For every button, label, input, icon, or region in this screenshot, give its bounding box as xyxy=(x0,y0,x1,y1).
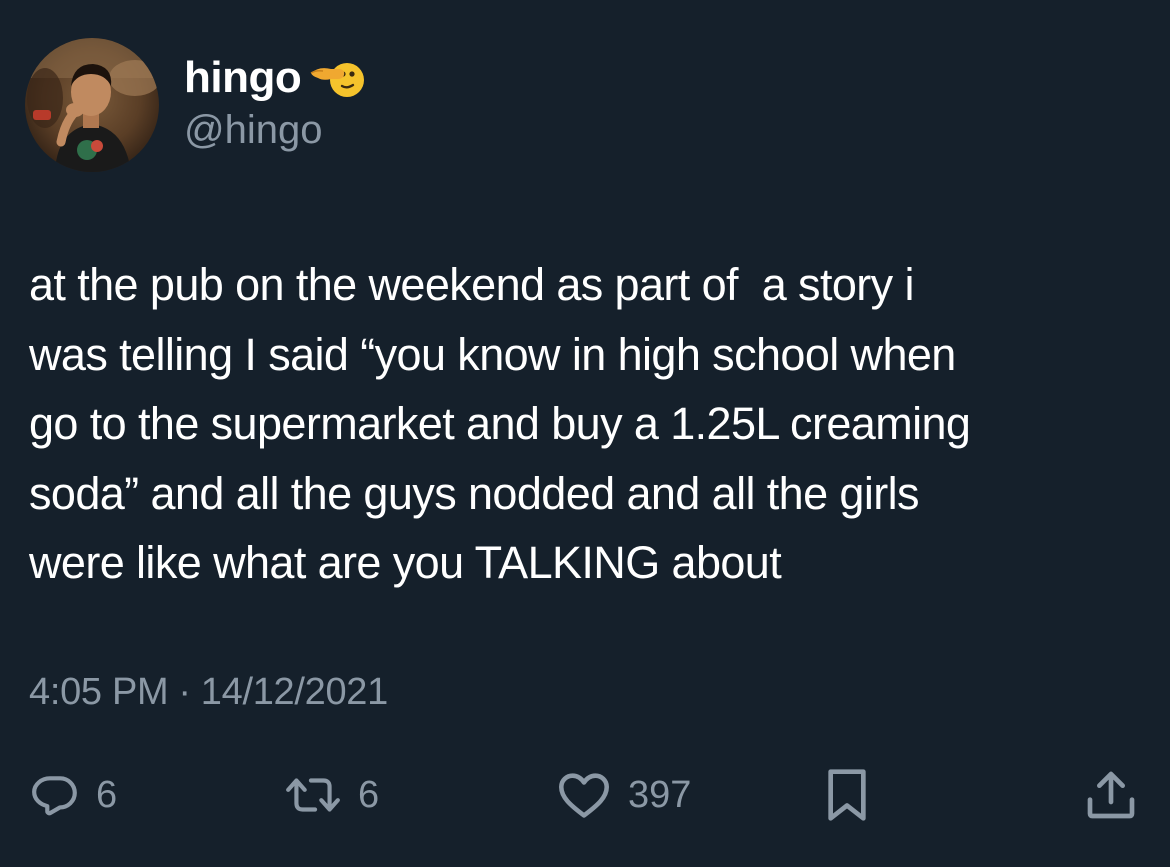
share-button[interactable] xyxy=(1083,760,1139,830)
action-bar: 6 6 397 xyxy=(0,760,1170,830)
share-icon xyxy=(1087,771,1135,819)
tweet-card: hingo @hingo at the pub on the weekend a… xyxy=(0,0,1170,867)
bookmark-button[interactable] xyxy=(822,760,872,830)
like-count: 397 xyxy=(628,773,692,816)
tweet-timestamp[interactable]: 4:05 PM · 14/12/2021 xyxy=(29,671,388,714)
meta-separator: · xyxy=(178,671,191,713)
bookmark-icon xyxy=(828,769,866,821)
tweet-text-line: soda” and all the guys nodded and all th… xyxy=(29,467,920,519)
tweet-text-line: at the pub on the weekend as part of a s… xyxy=(29,259,914,310)
reply-count: 6 xyxy=(96,773,118,816)
retweet-count: 6 xyxy=(358,773,380,816)
reply-icon xyxy=(32,776,77,816)
display-name-row[interactable]: hingo xyxy=(184,52,365,104)
tweet-date[interactable]: 14/12/2021 xyxy=(201,671,388,713)
display-name[interactable]: hingo xyxy=(184,53,302,103)
retweet-button[interactable]: 6 xyxy=(284,760,379,830)
profile-photo-icon xyxy=(25,38,159,172)
tweet-text: at the pub on the weekend as part of a s… xyxy=(29,250,1144,598)
tweet-time[interactable]: 4:05 PM xyxy=(29,671,169,713)
tweet-text-line: go to the supermarket and buy a 1.25L cr… xyxy=(29,398,971,449)
reply-button[interactable]: 6 xyxy=(30,760,117,830)
avatar[interactable] xyxy=(25,38,159,172)
tweet-text-line: were like what are you TALKING about xyxy=(29,537,782,588)
retweet-icon xyxy=(286,778,340,812)
like-button[interactable]: 397 xyxy=(556,760,691,830)
pointing-finger-emoji-icon xyxy=(307,52,365,104)
user-handle[interactable]: @hingo xyxy=(184,108,322,153)
heart-icon xyxy=(559,773,609,818)
tweet-text-line: was telling I said “you know in high sch… xyxy=(29,328,956,380)
